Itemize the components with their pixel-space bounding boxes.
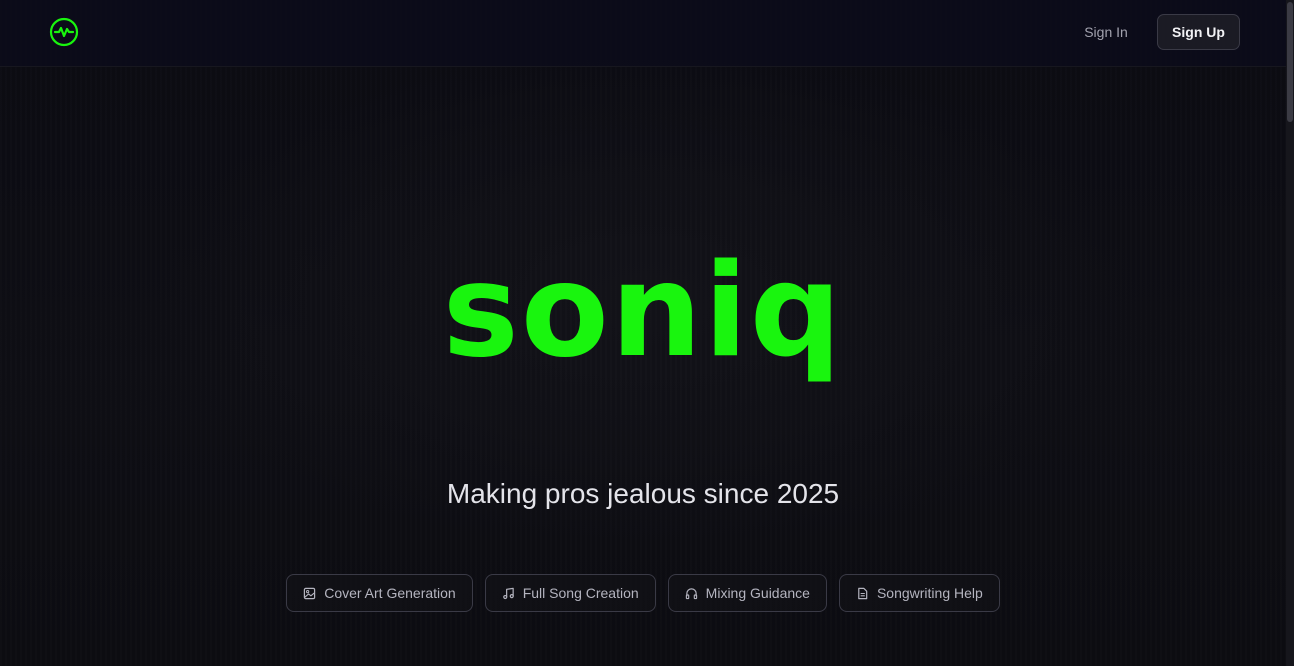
feature-chip-label: Mixing Guidance: [705, 585, 810, 601]
feature-chip-list: Cover Art Generation Full Song Creation …: [0, 574, 1286, 612]
feature-chip-mixing[interactable]: Mixing Guidance: [667, 574, 827, 612]
headphones-icon: [685, 587, 697, 599]
feature-chip-songwriting[interactable]: Songwriting Help: [838, 574, 1000, 612]
scrollbar-thumb[interactable]: [1287, 2, 1293, 122]
feature-chip-label: Cover Art Generation: [324, 585, 456, 601]
sign-up-button[interactable]: Sign Up: [1157, 14, 1240, 50]
document-icon: [858, 587, 868, 599]
waveform-circle-icon[interactable]: [49, 17, 79, 47]
page-scrollbar[interactable]: [1286, 0, 1294, 666]
soniq-wordmark-logo: soniq: [442, 237, 844, 386]
top-navigation-bar: Sign In Sign Up: [0, 0, 1286, 67]
feature-chip-full-song[interactable]: Full Song Creation: [484, 574, 656, 612]
landing-page: Sign In Sign Up soniq Making pros jealou…: [0, 0, 1294, 666]
feature-chip-label: Songwriting Help: [876, 585, 983, 601]
feature-chip-label: Full Song Creation: [522, 585, 639, 601]
image-icon: [303, 587, 316, 599]
sign-in-button[interactable]: Sign In: [1072, 14, 1140, 50]
music-note-icon: [502, 587, 514, 599]
feature-chip-cover-art[interactable]: Cover Art Generation: [286, 574, 473, 612]
hero-tagline: Making pros jealous since 2025: [446, 478, 840, 509]
